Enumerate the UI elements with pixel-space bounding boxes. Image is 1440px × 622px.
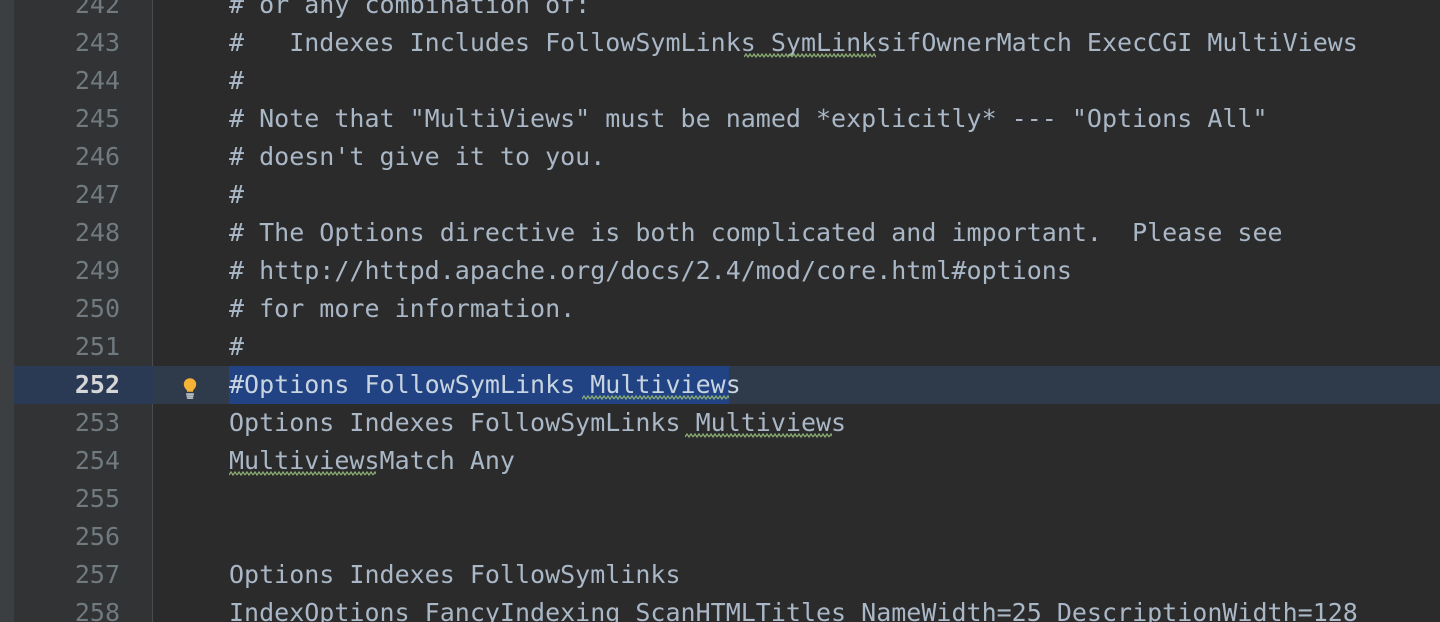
code-line[interactable]: 242 # or any combination of:: [0, 0, 1440, 24]
code-text[interactable]: # or any combination of:: [229, 0, 590, 24]
typo-underline: [743, 53, 876, 58]
line-highlight: [153, 518, 1440, 556]
code-text[interactable]: # The Options directive is both complica…: [229, 214, 1283, 252]
code-editor[interactable]: 242 # or any combination of: 243 # Indexes …: [0, 0, 1440, 622]
code-line[interactable]: 249 # http://httpd.apache.org/docs/2.4/mo…: [0, 252, 1440, 290]
line-number[interactable]: 243: [14, 24, 120, 62]
code-text[interactable]: #: [229, 62, 244, 100]
line-number[interactable]: 255: [14, 480, 120, 518]
line-number[interactable]: 247: [14, 176, 120, 214]
code-line[interactable]: 254 MultiviewsMatch Any: [0, 442, 1440, 480]
code-text[interactable]: # http://httpd.apache.org/docs/2.4/mod/c…: [229, 252, 1072, 290]
typo-underline: [229, 471, 376, 476]
line-number[interactable]: 251: [14, 328, 120, 366]
code-line[interactable]: 253 Options Indexes FollowSymLinks Multiv…: [0, 404, 1440, 442]
line-number[interactable]: 249: [14, 252, 120, 290]
code-line[interactable]: 245 # Note that "MultiViews" must be name…: [0, 100, 1440, 138]
code-surface[interactable]: 242 # or any combination of: 243 # Indexes …: [0, 0, 1440, 622]
code-text[interactable]: Options Indexes FollowSymlinks: [229, 556, 681, 594]
code-text[interactable]: #: [229, 328, 244, 366]
code-line[interactable]: 256: [0, 518, 1440, 556]
line-highlight: [153, 62, 1440, 100]
line-number[interactable]: 248: [14, 214, 120, 252]
line-number[interactable]: 258: [14, 594, 120, 622]
line-highlight: [153, 480, 1440, 518]
line-number[interactable]: 242: [14, 0, 120, 24]
code-line[interactable]: 244 #: [0, 62, 1440, 100]
line-number[interactable]: 245: [14, 100, 120, 138]
code-text[interactable]: #: [229, 176, 244, 214]
line-number[interactable]: 257: [14, 556, 120, 594]
line-number[interactable]: 250: [14, 290, 120, 328]
code-line[interactable]: 257 Options Indexes FollowSymlinks: [0, 556, 1440, 594]
line-number[interactable]: 256: [14, 518, 120, 556]
line-highlight: [153, 328, 1440, 366]
code-line[interactable]: 255: [0, 480, 1440, 518]
line-highlight: [153, 176, 1440, 214]
line-number[interactable]: 254: [14, 442, 120, 480]
code-line[interactable]: 250 # for more information.: [0, 290, 1440, 328]
code-text[interactable]: # doesn't give it to you.: [229, 138, 605, 176]
code-line[interactable]: 258 IndexOptions FancyIndexing ScanHTMLTi…: [0, 594, 1440, 622]
line-number[interactable]: 246: [14, 138, 120, 176]
code-line[interactable]: 247 #: [0, 176, 1440, 214]
code-line[interactable]: 243 # Indexes Includes FollowSymLinks Sym…: [0, 24, 1440, 62]
line-number[interactable]: 253: [14, 404, 120, 442]
line-number[interactable]: 244: [14, 62, 120, 100]
typo-underline: [684, 433, 832, 438]
code-line[interactable]: 248 # The Options directive is both compl…: [0, 214, 1440, 252]
typo-underline: [581, 395, 729, 400]
line-number[interactable]: 252: [14, 366, 120, 404]
code-text[interactable]: # for more information.: [229, 290, 575, 328]
code-line[interactable]: 251 #: [0, 328, 1440, 366]
code-text[interactable]: # Note that "MultiViews" must be named *…: [229, 100, 1268, 138]
code-line[interactable]: 246 # doesn't give it to you.: [0, 138, 1440, 176]
code-line[interactable]: 252 #Options FollowSymLinks Multiviews: [0, 366, 1440, 404]
code-text[interactable]: IndexOptions FancyIndexing ScanHTMLTitle…: [229, 594, 1358, 622]
intention-bulb-icon[interactable]: [178, 373, 202, 399]
